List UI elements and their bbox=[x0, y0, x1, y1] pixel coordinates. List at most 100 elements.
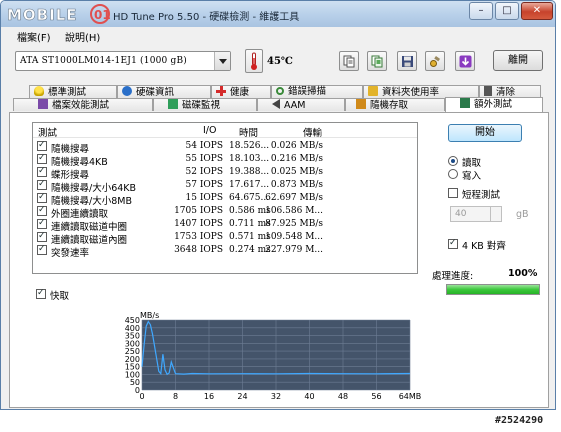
row-io: 1407 IOPS bbox=[174, 219, 223, 229]
row-checkbox[interactable] bbox=[37, 192, 47, 203]
row-checkbox[interactable] bbox=[37, 166, 47, 177]
progress-label: 處理進度: bbox=[432, 271, 474, 282]
table-row[interactable]: 隨機搜尋4KB55 IOPS18.103...0.216 MB/s bbox=[33, 153, 417, 168]
tab-health[interactable]: 健康 bbox=[211, 85, 271, 98]
maximize-button[interactable]: □ bbox=[495, 2, 519, 20]
trash-icon bbox=[484, 86, 492, 96]
copy-screenshot-button[interactable] bbox=[367, 51, 387, 71]
svg-text:MOBILE: MOBILE bbox=[7, 6, 78, 24]
exit-button[interactable]: 離開 bbox=[493, 50, 543, 71]
row-transfer: 0.025 MB/s bbox=[270, 167, 323, 177]
row-checkbox[interactable] bbox=[37, 205, 47, 216]
chevron-down-icon[interactable] bbox=[214, 52, 230, 70]
row-checkbox[interactable] bbox=[37, 140, 47, 151]
download-button[interactable] bbox=[455, 51, 475, 71]
row-checkbox[interactable] bbox=[37, 231, 47, 242]
row-transfer: 109.548 M... bbox=[265, 232, 323, 242]
table-row[interactable]: 隨機搜尋54 IOPS18.526...0.026 MB/s bbox=[33, 140, 417, 155]
tab-disk-monitor[interactable]: 磁碟監視 bbox=[153, 98, 257, 111]
table-row[interactable]: 隨機搜尋/大小64KB57 IOPS17.617...0.873 MB/s bbox=[33, 179, 417, 194]
chart-y-tick-label: 100 bbox=[125, 370, 140, 379]
chart-y-tick-label: 50 bbox=[130, 378, 140, 387]
transfer-chart: 0501001502002503003504004500 8 16 24 32 40 48 5… bbox=[125, 311, 422, 401]
save-button[interactable] bbox=[397, 51, 417, 71]
write-radio[interactable] bbox=[448, 169, 458, 179]
short-test-size-input[interactable]: 40 bbox=[450, 206, 502, 222]
row-transfer: 0.026 MB/s bbox=[270, 141, 323, 151]
table-row[interactable]: 隨機搜尋/大小8MB15 IOPS64.675...62.697 MB/s bbox=[33, 192, 417, 207]
window-title: HD Tune Pro 5.50 - 硬碟檢測 - 維護工具 bbox=[113, 12, 300, 23]
extra-icon bbox=[460, 98, 470, 108]
spin-buttons[interactable] bbox=[490, 207, 501, 221]
row-checkbox[interactable] bbox=[37, 179, 47, 190]
row-transfer: 87.925 MB/s bbox=[265, 219, 323, 229]
tab-aam[interactable]: AAM bbox=[257, 98, 345, 111]
short-test-unit: gB bbox=[516, 209, 529, 220]
info-icon bbox=[122, 86, 132, 96]
row-io: 57 IOPS bbox=[185, 180, 223, 190]
tab-label: AAM bbox=[284, 100, 306, 111]
tab-label: 健康 bbox=[230, 87, 250, 98]
minimize-button[interactable]: – bbox=[469, 2, 493, 20]
table-row[interactable]: 突發速率3648 IOPS0.274 ms227.979 M... bbox=[33, 244, 417, 259]
short-test-size-value: 40 bbox=[455, 209, 467, 219]
tab-label: 標準測試 bbox=[48, 87, 87, 98]
download-icon bbox=[459, 55, 472, 68]
tab-label: 額外測試 bbox=[474, 99, 513, 110]
tab-random-access[interactable]: 隨機存取 bbox=[345, 98, 445, 111]
row-transfer: 0.873 MB/s bbox=[270, 180, 323, 190]
menu-bar: 檔案(F) 說明(H) bbox=[1, 27, 555, 44]
row-checkbox[interactable] bbox=[37, 244, 47, 255]
row-io: 15 IOPS bbox=[185, 193, 223, 203]
tab-label: 檔案效能測試 bbox=[52, 100, 110, 111]
row-checkbox[interactable] bbox=[37, 153, 47, 164]
tab-file-benchmark[interactable]: 檔案效能測試 bbox=[13, 98, 153, 111]
chart-x-tick-label: 48 bbox=[338, 392, 348, 401]
options-icon bbox=[430, 56, 441, 67]
column-header-io[interactable]: I/O bbox=[203, 125, 216, 136]
column-header-time[interactable]: 時間 bbox=[239, 125, 258, 139]
chart-x-tick-label: 64MB bbox=[399, 392, 422, 401]
short-test-label: 短程測試 bbox=[462, 190, 501, 201]
copy-info-icon bbox=[343, 55, 355, 68]
short-test-checkbox[interactable] bbox=[448, 188, 458, 198]
tab-label: 錯誤掃描 bbox=[288, 86, 327, 97]
chart-y-tick-label: 450 bbox=[125, 316, 140, 325]
table-row[interactable]: 外圈連續讀取1705 IOPS0.586 ms106.586 M... bbox=[33, 205, 417, 220]
tab-extra-tests[interactable]: 額外測試 bbox=[445, 97, 543, 112]
tab-benchmark[interactable]: 標準測試 bbox=[29, 85, 117, 98]
row-checkbox[interactable] bbox=[37, 218, 47, 229]
temperature-readout: 45℃ bbox=[267, 56, 293, 67]
thermometer-icon bbox=[245, 49, 263, 73]
cache-checkbox[interactable] bbox=[36, 288, 46, 299]
bulb-icon bbox=[34, 86, 44, 96]
table-row[interactable]: 連續讀取磁道中圈1407 IOPS0.711 ms87.925 MB/s bbox=[33, 218, 417, 233]
align-4kb-checkbox[interactable] bbox=[448, 238, 458, 249]
row-io: 1753 IOPS bbox=[174, 232, 223, 242]
row-io: 54 IOPS bbox=[185, 141, 223, 151]
table-row[interactable]: 連續讀取磁道內圈1753 IOPS0.571 ms109.548 M... bbox=[33, 231, 417, 246]
speaker-icon bbox=[272, 99, 280, 109]
menu-help[interactable]: 說明(H) bbox=[65, 29, 100, 44]
close-button[interactable]: ✕ bbox=[521, 2, 553, 20]
read-radio[interactable] bbox=[448, 156, 458, 166]
column-header-test[interactable]: 測試 bbox=[38, 125, 57, 139]
tab-label: 硬碟資訊 bbox=[136, 87, 175, 98]
cache-label: 快取 bbox=[50, 291, 70, 302]
menu-file[interactable]: 檔案(F) bbox=[17, 29, 51, 44]
tab-info[interactable]: 硬碟資訊 bbox=[117, 85, 211, 98]
health-icon bbox=[216, 86, 226, 96]
copy-info-button[interactable] bbox=[339, 51, 359, 71]
options-button[interactable] bbox=[425, 51, 445, 71]
row-transfer: 62.697 MB/s bbox=[265, 193, 323, 203]
read-label: 讀取 bbox=[462, 158, 482, 169]
extra-tests-panel: 測試 I/O 時間 傳輸 隨機搜尋54 IOPS18.526...0.026 M… bbox=[9, 112, 549, 408]
column-header-transfer[interactable]: 傳輸 bbox=[303, 125, 322, 139]
results-header: 測試 I/O 時間 傳輸 bbox=[33, 123, 417, 139]
tab-error-scan[interactable]: 錯誤掃描 bbox=[271, 85, 363, 98]
start-button[interactable]: 開始 bbox=[448, 124, 522, 142]
watermark: #2524290 bbox=[495, 415, 544, 426]
table-row[interactable]: 蝶形搜尋52 IOPS19.388...0.025 MB/s bbox=[33, 166, 417, 181]
save-icon bbox=[402, 56, 413, 67]
drive-select[interactable]: ATA ST1000LM014-1EJ1 (1000 gB) bbox=[15, 51, 231, 71]
